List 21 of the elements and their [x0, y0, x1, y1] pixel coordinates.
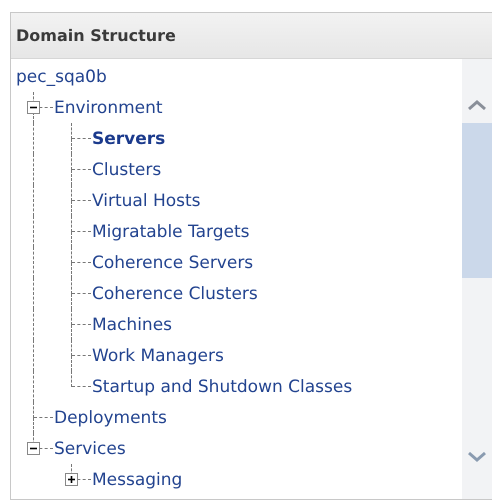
- tree-item-link[interactable]: Messaging: [92, 468, 182, 490]
- expand-toggle-icon[interactable]: [27, 101, 40, 114]
- tree-item-link[interactable]: Environment: [54, 96, 163, 118]
- tree-item-link[interactable]: Coherence Clusters: [92, 282, 258, 304]
- expand-toggle-icon[interactable]: [65, 473, 78, 486]
- scrollbar-thumb[interactable]: [462, 123, 492, 278]
- tree-item-link[interactable]: Deployments: [54, 406, 167, 428]
- tree-item-link[interactable]: Servers: [92, 128, 166, 150]
- tree-item-link[interactable]: Coherence Servers: [92, 252, 254, 274]
- scroll-down-icon[interactable]: [467, 451, 487, 463]
- tree-item-link[interactable]: Migratable Targets: [92, 220, 250, 242]
- tree-item-link[interactable]: Clusters: [92, 158, 162, 180]
- panel-title: Domain Structure: [16, 26, 176, 45]
- tree-item-link[interactable]: Work Managers: [92, 344, 224, 366]
- tree-item-link[interactable]: Virtual Hosts: [92, 190, 201, 212]
- tree-item-link[interactable]: pec_sqa0b: [16, 66, 107, 88]
- tree-item-link[interactable]: Services: [54, 438, 126, 460]
- tree-item-link[interactable]: Startup and Shutdown Classes: [92, 376, 352, 398]
- scroll-up-icon[interactable]: [467, 99, 487, 111]
- tree-item-link[interactable]: Machines: [92, 314, 172, 336]
- expand-toggle-icon[interactable]: [27, 442, 40, 455]
